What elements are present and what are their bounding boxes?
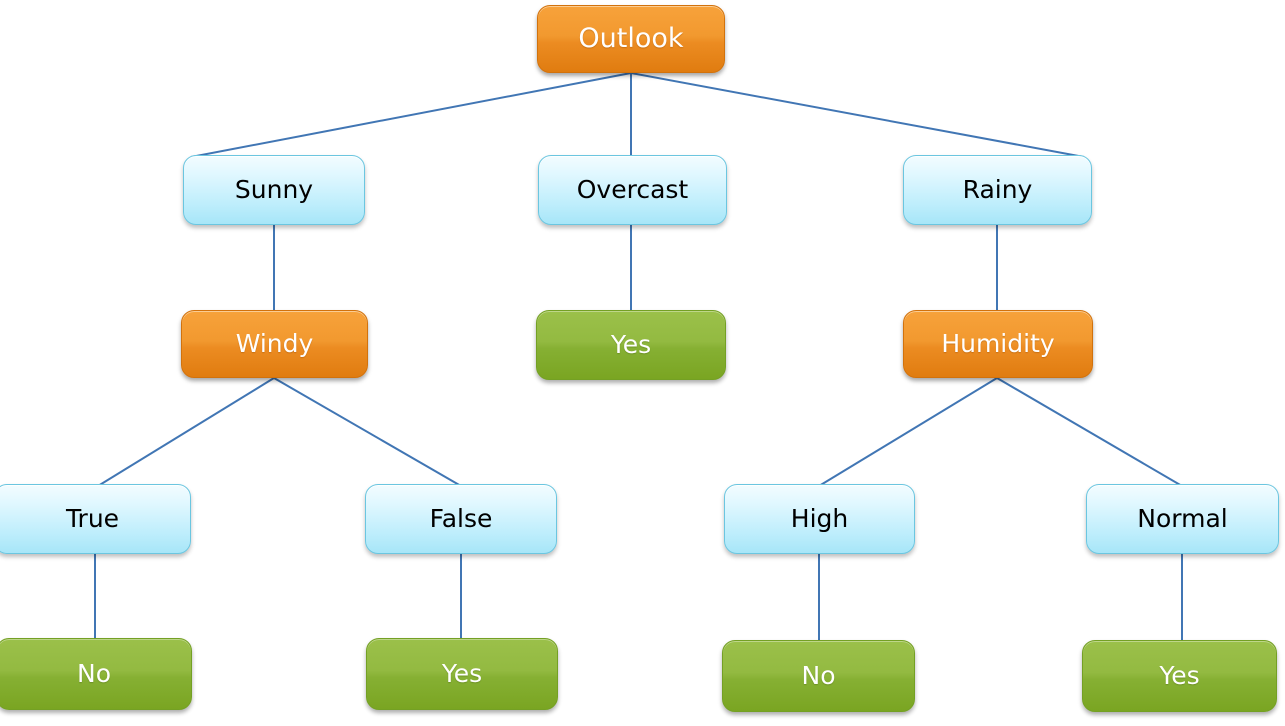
node-yes-normal[interactable]: Yes — [1082, 640, 1277, 712]
node-true[interactable]: True — [0, 484, 191, 554]
decision-tree-canvas: Outlook Sunny Overcast Rainy Windy Yes Humidit… — [0, 0, 1285, 726]
node-label: Overcast — [576, 174, 689, 204]
node-label: False — [429, 503, 493, 533]
node-label: Normal — [1137, 503, 1228, 533]
node-false[interactable]: False — [365, 484, 557, 554]
node-label: True — [65, 503, 120, 533]
node-yes-overcast[interactable]: Yes — [536, 310, 726, 380]
edge-outlook-to-rainy — [630, 72, 1085, 158]
node-humidity[interactable]: Humidity — [903, 310, 1093, 378]
node-no-true[interactable]: No — [0, 638, 192, 710]
node-label: Windy — [235, 328, 314, 358]
edge-windy-to-true — [97, 377, 275, 487]
edge-humidity-to-normal — [996, 377, 1183, 487]
node-label: Humidity — [941, 328, 1055, 358]
node-rainy[interactable]: Rainy — [903, 155, 1092, 225]
node-no-high[interactable]: No — [722, 640, 915, 712]
node-overcast[interactable]: Overcast — [538, 155, 727, 225]
edge-humidity-to-high — [818, 377, 998, 487]
node-label: No — [801, 660, 836, 690]
node-windy[interactable]: Windy — [181, 310, 368, 378]
edge-outlook-to-sunny — [190, 72, 632, 158]
node-normal[interactable]: Normal — [1086, 484, 1279, 554]
node-label: Rainy — [962, 174, 1033, 204]
node-label: No — [77, 658, 111, 688]
edge-windy-to-false — [273, 377, 462, 487]
node-high[interactable]: High — [724, 484, 915, 554]
node-label: Yes — [1159, 660, 1200, 690]
node-label: High — [790, 503, 849, 533]
node-yes-false[interactable]: Yes — [366, 638, 558, 710]
node-label: Sunny — [234, 174, 314, 204]
node-sunny[interactable]: Sunny — [183, 155, 365, 225]
node-outlook[interactable]: Outlook — [537, 5, 725, 73]
node-label: Yes — [610, 329, 652, 359]
node-label: Yes — [441, 658, 483, 688]
node-label: Outlook — [578, 22, 684, 54]
